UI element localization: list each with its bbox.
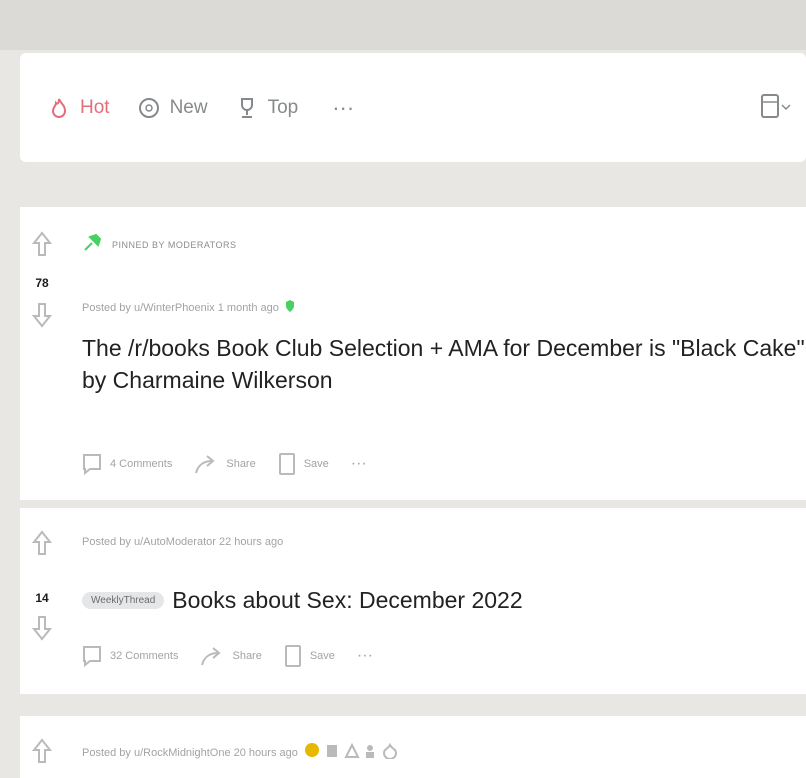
- save-label: Save: [303, 458, 329, 470]
- upvote-icon[interactable]: [31, 530, 53, 561]
- more-options-button[interactable]: ···: [351, 455, 367, 473]
- save-label: Save: [309, 650, 335, 662]
- sort-new-label: New: [169, 96, 208, 118]
- comments-button[interactable]: 32 Comments: [82, 645, 178, 667]
- award-icon: [304, 742, 320, 763]
- sort-hot-label: Hot: [80, 96, 110, 118]
- post-title[interactable]: The /r/books Book Club Selection + AMA f…: [82, 332, 806, 396]
- post-card[interactable]: 78 PINNED BY MODERATORS Posted by u/Wint…: [20, 207, 806, 500]
- sort-top-label: Top: [267, 96, 299, 118]
- comments-label: 4 Comments: [110, 458, 173, 470]
- post-title-line-1: The /r/books Book Club Selection + AMA f…: [82, 335, 805, 361]
- award-icon: [326, 743, 338, 762]
- post-card[interactable]: 14 Posted by u/AutoModerator 22 hours ag…: [20, 508, 806, 694]
- sort-new-button[interactable]: New: [136, 95, 208, 121]
- pinned-row: PINNED BY MODERATORS: [82, 231, 237, 258]
- downvote-icon[interactable]: [31, 302, 53, 333]
- post-flair[interactable]: WeeklyThread: [82, 591, 165, 609]
- save-button[interactable]: Save: [278, 452, 329, 476]
- vote-count: 78: [35, 276, 49, 290]
- bookmark-icon: [284, 645, 301, 667]
- award-icon: [382, 742, 398, 762]
- award-icon: [344, 742, 360, 762]
- post-title-row: WeeklyThread Books about Sex: December 2…: [82, 584, 523, 616]
- comment-icon: [83, 646, 101, 667]
- share-button[interactable]: Share: [194, 453, 256, 475]
- pinned-label: PINNED BY MODERATORS: [112, 239, 237, 250]
- share-label: Share: [232, 650, 262, 662]
- comments-label: 32 Comments: [110, 650, 179, 662]
- post-meta: Posted by u/RockMidnightOne 20 hours ago: [82, 742, 398, 763]
- save-button[interactable]: Save: [284, 644, 335, 668]
- sort-hot-button[interactable]: Hot: [46, 95, 110, 121]
- share-button[interactable]: Share: [200, 645, 262, 667]
- sort-bar: Hot New Top ···: [20, 53, 806, 162]
- vote-column: 14: [20, 530, 64, 646]
- downvote-icon[interactable]: [31, 615, 53, 646]
- sort-top-button[interactable]: Top: [234, 95, 299, 121]
- card-view-icon: [760, 93, 780, 122]
- share-icon: [195, 455, 215, 474]
- sort-more-button[interactable]: ···: [332, 95, 354, 121]
- sparkle-icon: [136, 95, 162, 121]
- upvote-icon[interactable]: [31, 738, 53, 769]
- mod-shield-icon: [285, 299, 295, 316]
- post-card[interactable]: Posted by u/RockMidnightOne 20 hours ago: [20, 716, 806, 778]
- chevron-down-icon: [780, 100, 792, 116]
- vote-count: 14: [35, 591, 49, 605]
- top-strip: [0, 0, 806, 50]
- pin-icon: [82, 231, 104, 258]
- post-title-line-2: by Charmaine Wilkerson: [82, 367, 333, 393]
- upvote-icon[interactable]: [31, 231, 53, 262]
- comments-button[interactable]: 4 Comments: [82, 453, 172, 475]
- post-author-time[interactable]: Posted by u/RockMidnightOne 20 hours ago: [82, 747, 298, 759]
- post-actions: 4 Comments Share Save ···: [82, 452, 389, 476]
- post-title[interactable]: Books about Sex: December 2022: [172, 584, 522, 616]
- bookmark-icon: [278, 453, 295, 475]
- trophy-icon: [234, 95, 260, 121]
- post-meta: Posted by u/WinterPhoenix 1 month ago: [82, 299, 295, 316]
- comment-icon: [83, 454, 101, 475]
- vote-column: 78: [20, 231, 64, 333]
- more-options-button[interactable]: ···: [357, 647, 373, 665]
- flame-icon: [46, 95, 72, 121]
- post-meta[interactable]: Posted by u/AutoModerator 22 hours ago: [82, 536, 283, 548]
- vote-column: [20, 738, 64, 769]
- share-icon: [201, 647, 222, 666]
- view-layout-button[interactable]: [760, 93, 792, 122]
- post-author-time[interactable]: Posted by u/WinterPhoenix 1 month ago: [82, 302, 279, 314]
- award-icon: [364, 743, 376, 762]
- share-label: Share: [226, 458, 256, 470]
- post-actions: 32 Comments Share Save ···: [82, 644, 395, 668]
